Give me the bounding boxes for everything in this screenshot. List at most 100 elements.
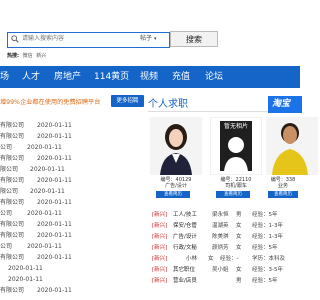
location-tag: [新兴] (152, 212, 168, 218)
seeker-name: 梁永恒 (212, 212, 229, 218)
list-item[interactable]: 公司 2020-01-11 (0, 209, 62, 219)
search-input[interactable] (22, 33, 122, 45)
list-item[interactable]: 有限公司 2020-01-11 (0, 286, 72, 296)
list-item[interactable]: 公司 2020-01-11 (0, 143, 62, 153)
search-type-select[interactable]: 帖子 ▾ (140, 33, 156, 45)
resume-position: 业务 (277, 183, 288, 189)
list-item[interactable]: 有限公司 2020-01-11 (0, 121, 72, 131)
post-date: 2020-01-11 (8, 276, 43, 283)
list-item[interactable]: 有限公司 2020-01-11 (0, 132, 72, 142)
company-name: 有限公司 (0, 232, 25, 239)
company-name: 限公司 (0, 166, 19, 173)
post-date: 2020-01-11 (37, 232, 72, 239)
seeker-name: 颜炳芳 (212, 245, 229, 251)
post-date: 2020-01-11 (27, 144, 62, 151)
search-icon (11, 35, 19, 43)
seeker-experience: 经验：- (220, 256, 239, 262)
company-name: 有限公司 (0, 122, 25, 129)
resume-position: 司机/跟车 (225, 183, 247, 189)
job-position: 其它职位 (173, 267, 196, 273)
post-date: 2020-01-11 (37, 133, 72, 140)
seeker-gender: 女 (236, 234, 242, 240)
seeker-experience: 经验：5年 (252, 245, 278, 251)
chevron-down-icon: ▾ (153, 36, 157, 42)
location-tag: [新兴] (152, 245, 168, 251)
job-position: 营业/店员 (173, 278, 197, 284)
post-date: 2020-01-11 (30, 166, 65, 173)
resume-position: 广告/设计 (165, 183, 187, 189)
list-item[interactable]: 有限公司 2020-01-11 (0, 198, 72, 208)
seeker-name: 小林 (186, 256, 198, 262)
list-item[interactable]: 限公司 2020-01-11 (0, 165, 65, 175)
seeker-experience: 经验：5年 (252, 212, 278, 218)
post-date: 2020-01-11 (37, 199, 72, 206)
view-resume-button[interactable]: 查看简历 (268, 191, 298, 198)
company-name: 有限公司 (0, 133, 25, 140)
hot-search-label: 热搜: (7, 53, 19, 59)
post-date: 2020-01-11 (37, 254, 72, 261)
job-position: 保安/仓管 (173, 223, 197, 229)
company-name: 有限公司 (0, 177, 25, 184)
company-name: 公司 (0, 243, 13, 250)
job-position: 广告/设计 (173, 234, 197, 240)
list-item[interactable]: 限公司 2020-01-11 (0, 187, 65, 197)
job-position: 工人/技工 (173, 212, 197, 218)
company-name: 限公司 (0, 188, 19, 195)
taobao-ad[interactable]: 淘宝 (268, 96, 302, 113)
list-item[interactable]: 有限公司 2020-01-11 (0, 253, 72, 263)
company-name: 有限公司 (0, 254, 25, 261)
company-name: 公司 (0, 144, 13, 151)
nav-item-market[interactable]: 场 (0, 66, 9, 88)
company-name: 公司 (0, 210, 13, 217)
location-tag: [新兴] (152, 223, 168, 229)
view-resume-button[interactable]: 查看简历 (156, 191, 190, 198)
seeker-gender: 女 (236, 245, 242, 251)
nav-item-recharge[interactable]: 充值 (172, 66, 190, 88)
seeker-experience: 经验：1-3年 (252, 223, 283, 229)
nav-item-yellow-pages[interactable]: 114黄页 (94, 66, 129, 88)
list-item[interactable]: 公司 2020-01-11 (0, 242, 62, 252)
post-date: 2020-01-11 (37, 287, 72, 294)
resume-meta: 编号：40129 广告/设计 (150, 177, 202, 189)
seeker-gender: 女 (208, 256, 214, 262)
search-type-label: 帖子 (140, 35, 153, 42)
seeker-education: 学历：本科及 (252, 256, 286, 262)
avatar (266, 117, 318, 175)
company-name: 有限公司 (0, 155, 25, 162)
company-name: 有限公司 (0, 199, 25, 206)
more-jobs-button[interactable]: 更多招聘 (111, 95, 144, 107)
seeker-experience: 经验：1-3年 (252, 234, 283, 240)
nav-item-real-estate[interactable]: 房地产 (54, 66, 81, 88)
recruit-banner-text[interactable]: 增99%企业都在使用的免费招聘平台 (0, 97, 100, 106)
location-tag: [新兴] (152, 267, 168, 273)
hot-search: 热搜: 微信 新兴 (7, 52, 46, 59)
seeker-name: 吴小姐 (212, 267, 229, 273)
list-item[interactable]: 有限公司 2020-01-11 (0, 231, 72, 241)
post-date: 2020-01-11 (27, 243, 62, 250)
post-date: 2020-01-11 (37, 221, 72, 228)
nav-item-talent[interactable]: 人才 (22, 66, 40, 88)
view-resume-button[interactable]: 查看简历 (216, 191, 250, 198)
job-position: 行政/文秘 (173, 245, 197, 251)
seeker-experience: 经验：5年 (252, 278, 278, 284)
post-date: 2020-01-11 (27, 210, 62, 217)
post-date: 2020-01-11 (8, 265, 43, 272)
resume-meta: 编号：338 业务 (266, 177, 300, 189)
seeker-gender: 男 (236, 278, 242, 284)
list-item[interactable]: 有限公司 2020-01-11 (0, 176, 72, 186)
seeker-name: 温湖英 (212, 223, 229, 229)
no-photo-text: 暂无相片 (223, 123, 248, 130)
panel-title: 个人求职 (148, 99, 188, 110)
resume-meta: 编号：22110 司机/跟车 (210, 177, 262, 189)
nav-item-video[interactable]: 视频 (140, 66, 158, 88)
hot-search-item[interactable]: 新兴 (36, 53, 46, 59)
location-tag: [新兴] (152, 234, 168, 240)
nav-item-forum[interactable]: 论坛 (205, 66, 223, 88)
main-nav: 场 人才 房地产 114黄页 视频 充值 论坛 (0, 66, 300, 88)
hot-search-item[interactable]: 微信 (23, 53, 33, 59)
list-item[interactable]: 有限公司 2020-01-11 (0, 154, 72, 164)
seeker-gender: 女 (236, 223, 242, 229)
company-name: 有限公司 (0, 287, 25, 294)
list-item[interactable]: 有限公司 2020-01-11 (0, 220, 72, 230)
search-button[interactable]: 搜索 (170, 31, 218, 47)
